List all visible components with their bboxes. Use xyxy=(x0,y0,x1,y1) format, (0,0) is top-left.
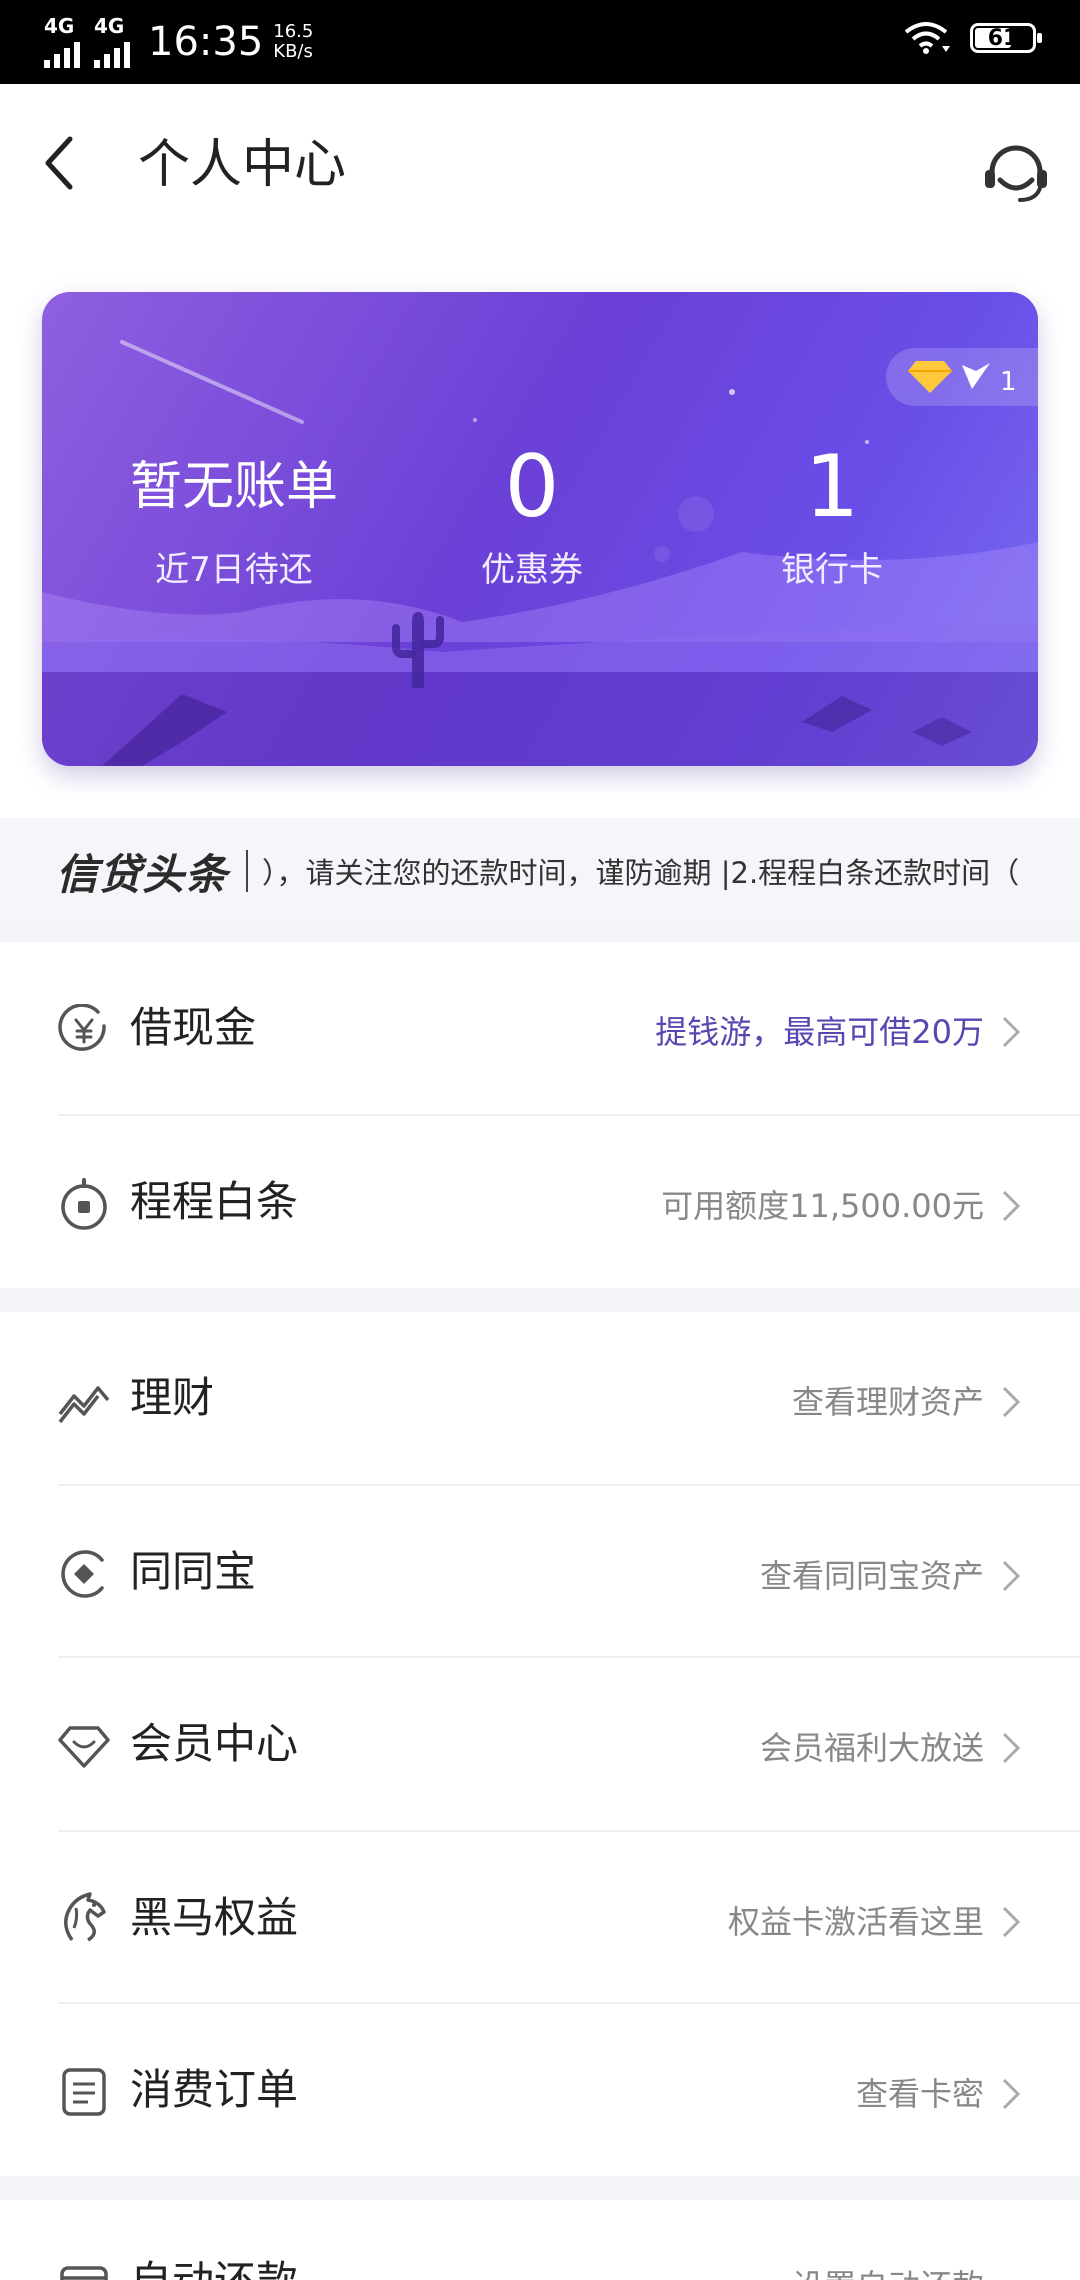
row-value: 权益卡激活看这里 xyxy=(727,1903,984,1941)
network-type: 4G xyxy=(94,14,125,38)
menu-row-wealth[interactable]: 理财 查看理财资产 xyxy=(0,1312,1080,1484)
row-label: 程程白条 xyxy=(130,1177,299,1226)
coupon-stat[interactable]: 0 优惠券 xyxy=(382,442,682,591)
bill-status: 暂无账单 xyxy=(129,457,338,517)
chevron-right-icon xyxy=(1002,1560,1021,1592)
coupon-label: 优惠券 xyxy=(481,550,583,590)
row-label: 理财 xyxy=(130,1373,215,1422)
bank-card-count: 1 xyxy=(804,437,860,537)
network-speed: 16.5 KB/s xyxy=(273,22,313,62)
row-value: 查看卡密 xyxy=(855,2075,984,2113)
signal-bars-icon xyxy=(94,38,130,68)
row-value: 查看理财资产 xyxy=(791,1383,984,1421)
divider xyxy=(246,850,249,892)
diamond-icon xyxy=(58,1726,110,1768)
row-label: 自动还款 xyxy=(130,2252,298,2280)
signal-bars-icon xyxy=(44,38,80,68)
battery-level: 61 xyxy=(987,25,1019,51)
speed-unit: KB/s xyxy=(273,41,313,62)
news-ticker[interactable]: 信贷头条 ），请关注您的还款时间，谨防逾期 |2.程程白条还款时间（ xyxy=(0,818,1080,924)
signal-2: 4G xyxy=(94,16,130,68)
signal-1: 4G xyxy=(44,16,80,68)
speed-value: 16.5 xyxy=(273,21,314,42)
vip-badge[interactable]: 1 xyxy=(886,348,1038,406)
bank-card-stat[interactable]: 1 银行卡 xyxy=(682,442,982,591)
chevron-left-icon xyxy=(45,136,73,190)
clock: 16:35 xyxy=(148,19,264,65)
chevron-right-icon xyxy=(1002,2078,1021,2110)
menu-row-borrow-cash[interactable]: 借现金 提钱游，最高可借20万 xyxy=(0,942,1080,1114)
upcoming-bill-stat[interactable]: 暂无账单 近7日待还 xyxy=(84,442,384,591)
row-label: 同同宝 xyxy=(130,1547,257,1596)
network-type: 4G xyxy=(44,14,75,38)
news-text: ），请关注您的还款时间，谨防逾期 |2.程程白条还款时间（ xyxy=(262,856,1020,890)
menu-row-heima-benefits[interactable]: 黑马权益 权益卡激活看这里 xyxy=(0,1832,1080,2004)
tongtongbao-icon xyxy=(61,1550,104,1598)
stopwatch-icon xyxy=(61,1178,107,1230)
news-brand-logo: 信贷头条 xyxy=(56,849,229,899)
page-title: 个人中心 xyxy=(138,135,347,195)
chevron-right-icon xyxy=(1002,1190,1021,1222)
card-icon xyxy=(60,2266,108,2280)
bill-label: 近7日待还 xyxy=(155,550,313,590)
chevron-right-icon xyxy=(1002,1906,1021,1938)
row-value: 提钱游，最高可借20万 xyxy=(655,1013,984,1051)
gold-diamond-icon xyxy=(908,361,952,393)
row-label: 借现金 xyxy=(130,1003,257,1052)
wifi-icon xyxy=(904,22,950,54)
back-button[interactable] xyxy=(30,128,90,198)
menu-row-tongtongbao[interactable]: 同同宝 查看同同宝资产 xyxy=(0,1486,1080,1658)
bank-card-label: 银行卡 xyxy=(781,550,883,590)
menu-row-auto-repay[interactable]: 自动还款 设置自动还款 xyxy=(0,2200,1080,2280)
row-value: 可用额度11,500.00元 xyxy=(661,1187,984,1225)
v-level-icon xyxy=(962,363,990,389)
vip-level: 1 xyxy=(1000,367,1017,397)
section-gap xyxy=(0,1288,1080,1312)
horse-icon xyxy=(64,1892,106,1942)
menu-row-orders[interactable]: 消费订单 查看卡密 xyxy=(0,2004,1080,2176)
menu-row-baitiao[interactable]: 程程白条 可用额度11,500.00元 xyxy=(0,1116,1080,1288)
row-label: 黑马权益 xyxy=(130,1893,299,1942)
page-header: 个人中心 xyxy=(0,84,1080,244)
menu-row-member-center[interactable]: 会员中心 会员福利大放送 xyxy=(0,1658,1080,1830)
row-label: 消费订单 xyxy=(130,2065,299,2114)
chevron-right-icon xyxy=(1002,1386,1021,1418)
order-list-icon xyxy=(62,2068,106,2116)
chevron-right-icon xyxy=(1002,1016,1021,1048)
battery-icon: 61 xyxy=(970,23,1042,53)
yuan-coin-icon xyxy=(58,1004,106,1051)
row-value: 查看同同宝资产 xyxy=(759,1557,984,1595)
headset-icon[interactable] xyxy=(980,134,1052,206)
row-value: 设置自动还款 xyxy=(792,2256,984,2280)
account-summary-card: 1 暂无账单 近7日待还 0 优惠券 1 银行卡 xyxy=(42,292,1038,766)
row-value: 会员福利大放送 xyxy=(759,1729,984,1767)
section-gap xyxy=(0,924,1080,942)
row-label: 会员中心 xyxy=(130,1719,299,1768)
status-bar: 4G 4G 16:35 16.5 KB/s 61 xyxy=(0,0,1080,84)
section-gap xyxy=(0,2176,1080,2200)
trend-chart-icon xyxy=(58,1386,110,1424)
coupon-count: 0 xyxy=(504,437,560,537)
chevron-right-icon xyxy=(1002,1732,1021,1764)
